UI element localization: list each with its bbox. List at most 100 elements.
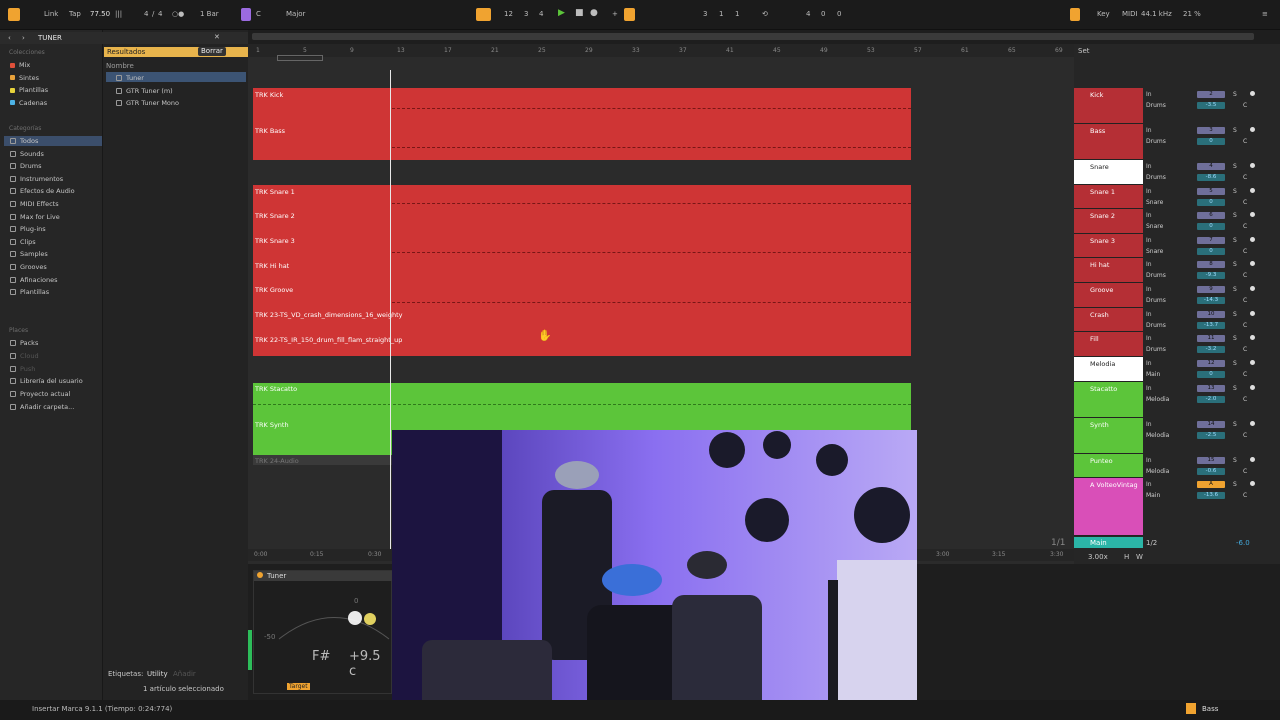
loop-length-beat[interactable]: 0 [821, 10, 825, 18]
mixer-channel-name[interactable]: Crash [1074, 311, 1143, 319]
key-root[interactable]: C [256, 10, 261, 18]
volume-field[interactable]: 0 [1197, 138, 1225, 145]
position-sixteenth[interactable]: 4 [539, 10, 543, 18]
loop-brace[interactable] [277, 55, 323, 61]
crossfade-button[interactable]: C [1243, 248, 1247, 255]
stop-icon[interactable]: ■ [575, 8, 584, 18]
mixer-channel-name[interactable]: Fill [1074, 335, 1143, 343]
beat-ruler[interactable] [248, 44, 1074, 57]
track-activator[interactable]: 10 [1197, 311, 1225, 318]
arm-button[interactable] [1250, 286, 1255, 291]
output-route-select[interactable]: Drums [1146, 138, 1166, 145]
volume-field[interactable]: 0 [1197, 223, 1225, 230]
track-activator[interactable]: 13 [1197, 385, 1225, 392]
crossfade-button[interactable]: C [1243, 346, 1247, 353]
category-item[interactable]: Plug-ins [10, 225, 46, 233]
record-mode-icon[interactable]: ○● [172, 10, 184, 18]
clip-synth-tail[interactable] [253, 430, 392, 455]
solo-button[interactable]: S [1233, 311, 1237, 318]
place-item[interactable]: Push [10, 365, 35, 373]
arm-button[interactable] [1250, 457, 1255, 462]
output-route-select[interactable]: Melodia [1146, 432, 1169, 439]
search-clear-icon[interactable]: ✕ [214, 33, 220, 41]
volume-field[interactable]: -0.6 [1197, 468, 1225, 475]
time-sig-num[interactable]: 4 [144, 10, 148, 18]
crossfade-button[interactable]: C [1243, 297, 1247, 304]
solo-button[interactable]: S [1233, 481, 1237, 488]
track-activator[interactable]: 14 [1197, 421, 1225, 428]
category-item[interactable]: Clips [10, 238, 36, 246]
category-item[interactable]: Max for Live [10, 213, 60, 221]
key-scale[interactable]: Major [286, 10, 305, 18]
clear-results-button[interactable]: Borrar [198, 47, 226, 56]
mixer-channel-name[interactable]: Hi hat [1074, 261, 1143, 269]
automation-arm-icon[interactable] [624, 8, 635, 21]
track-activator[interactable]: 4 [1197, 163, 1225, 170]
track-name[interactable]: TRK Groove [255, 286, 293, 294]
category-item[interactable]: Instrumentos [10, 175, 63, 183]
place-item[interactable]: Añadir carpeta... [10, 403, 74, 411]
draw-mode-icon[interactable] [1070, 8, 1080, 21]
follow-button[interactable] [476, 8, 491, 21]
arm-button[interactable] [1250, 127, 1255, 132]
solo-button[interactable]: S [1233, 237, 1237, 244]
solo-button[interactable]: S [1233, 457, 1237, 464]
arm-button[interactable] [1250, 212, 1255, 217]
forward-icon[interactable]: › [22, 34, 25, 42]
loop-start-bar[interactable]: 3 [703, 10, 707, 18]
mixer-channel-name[interactable]: Kick [1074, 91, 1143, 99]
tuner-target-button[interactable]: Target [287, 683, 310, 690]
volume-field[interactable]: -3.5 [1197, 102, 1225, 109]
volume-field[interactable]: -8.6 [1197, 174, 1225, 181]
track-activator[interactable]: 6 [1197, 212, 1225, 219]
loop-length-sixteenth[interactable]: 0 [837, 10, 841, 18]
volume-field[interactable]: 0 [1197, 199, 1225, 206]
track-name[interactable]: TRK Snare 1 [255, 188, 295, 196]
category-item[interactable]: MIDI Effects [10, 200, 59, 208]
volume-field[interactable]: -13.7 [1197, 322, 1225, 329]
arm-button[interactable] [1250, 311, 1255, 316]
track-activator[interactable]: 15 [1197, 457, 1225, 464]
track-name[interactable]: TRK Synth [255, 421, 289, 429]
category-item[interactable]: Efectos de Audio [10, 187, 75, 195]
main-channel-strip[interactable]: Main [1074, 537, 1143, 548]
crossfade-button[interactable]: C [1243, 223, 1247, 230]
place-item[interactable]: Cloud [10, 352, 39, 360]
mixer-channel-name[interactable]: Synth [1074, 421, 1143, 429]
tuner-device[interactable]: Tuner 0 -50 F# +9.5 c Target [253, 570, 393, 694]
solo-button[interactable]: S [1233, 127, 1237, 134]
category-item[interactable]: Drums [10, 162, 42, 170]
track-activator[interactable]: 11 [1197, 335, 1225, 342]
output-route-select[interactable]: Melodia [1146, 468, 1169, 475]
solo-button[interactable]: S [1233, 163, 1237, 170]
crossfade-button[interactable]: C [1243, 432, 1247, 439]
track-activator[interactable]: 7 [1197, 237, 1225, 244]
output-route-select[interactable]: Melodia [1146, 396, 1169, 403]
mixer-channel-name[interactable]: Bass [1074, 127, 1143, 135]
category-item[interactable]: Sounds [10, 150, 44, 158]
category-item[interactable]: Samples [10, 250, 48, 258]
loop-start-beat[interactable]: 1 [719, 10, 723, 18]
solo-button[interactable]: S [1233, 286, 1237, 293]
category-item[interactable]: Plantillas [10, 288, 49, 296]
track-activator[interactable]: 2 [1197, 91, 1225, 98]
collection-item[interactable]: Plantillas [10, 86, 48, 94]
volume-field[interactable]: -2.0 [1197, 396, 1225, 403]
category-item[interactable]: Afinaciones [10, 276, 58, 284]
crossfade-button[interactable]: C [1243, 138, 1247, 145]
mixer-channel-name[interactable]: Snare 3 [1074, 237, 1143, 245]
tag-utility[interactable]: Utility [147, 670, 168, 678]
output-route-select[interactable]: Drums [1146, 102, 1166, 109]
volume-field[interactable]: -13.6 [1197, 492, 1225, 499]
category-item[interactable]: Grooves [10, 263, 47, 271]
output-route-select[interactable]: Snare [1146, 223, 1163, 230]
output-route-select[interactable]: Drums [1146, 346, 1166, 353]
song-overview[interactable] [252, 33, 1254, 40]
arm-button[interactable] [1250, 237, 1255, 242]
arm-button[interactable] [1250, 360, 1255, 365]
tempo-scale[interactable]: 3.00x [1088, 553, 1108, 561]
mixer-channel-name[interactable]: Snare [1074, 163, 1143, 171]
mixer-channel-name[interactable]: Snare 1 [1074, 188, 1143, 196]
place-item[interactable]: Proyecto actual [10, 390, 70, 398]
track-name[interactable]: TRK Snare 3 [255, 237, 295, 245]
